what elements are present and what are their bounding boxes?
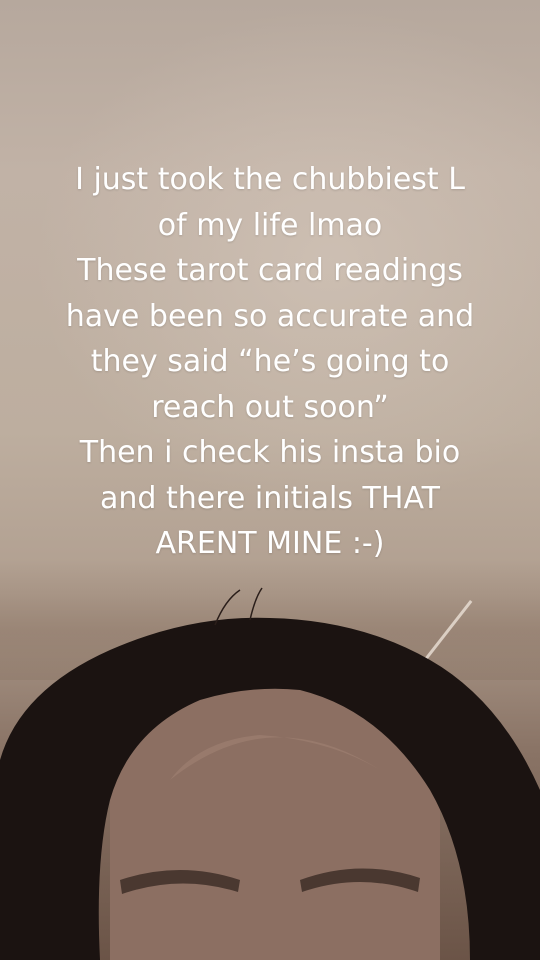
caption-line: ARENT MINE :-) bbox=[155, 526, 385, 561]
caption-text: I just took the chubbiest L of my life l… bbox=[20, 157, 520, 567]
caption-line: Then i check his insta bio bbox=[79, 435, 461, 470]
caption-line: of my life lmao bbox=[157, 207, 383, 243]
caption-line: they said “he’s going to bbox=[90, 344, 450, 379]
caption-line: have been so accurate and bbox=[65, 298, 475, 334]
caption-line: These tarot card readings bbox=[77, 253, 463, 288]
caption-line: reach out soon” bbox=[151, 389, 389, 425]
caption-line: and there initials THAT bbox=[100, 480, 440, 516]
caption-line: I just took the chubbiest L bbox=[75, 162, 465, 197]
